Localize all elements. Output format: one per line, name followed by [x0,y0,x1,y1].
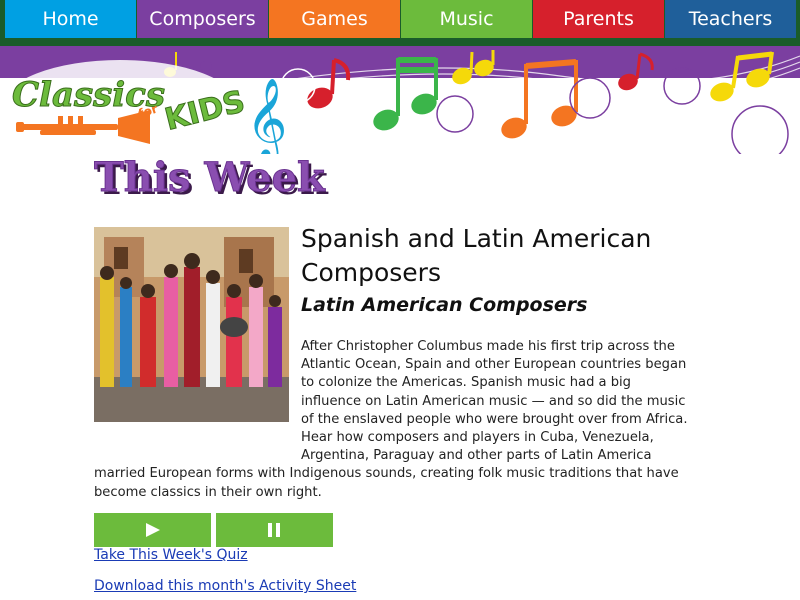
header-banner: 𝄞 Classics KIDS [0,46,800,154]
pause-button[interactable] [216,513,333,547]
page-title: This Week This Week [94,154,329,204]
nav-music[interactable]: Music [401,0,532,38]
article-subtitle: Latin American Composers [301,294,588,316]
nav-composers[interactable]: Composers [137,0,268,38]
nav-games[interactable]: Games [269,0,400,38]
image-spacer [94,338,301,464]
nav-home[interactable]: Home [5,0,136,38]
quiz-link[interactable]: Take This Week's Quiz [94,547,248,563]
article-body: After Christopher Columbus made his firs… [94,338,694,502]
pause-icon [268,523,280,537]
article-title: Spanish and Latin American Composers [301,224,652,287]
classics-for-kids-logo[interactable]: Classics for KIDS [0,46,260,154]
play-icon [146,523,160,537]
nav-teachers[interactable]: Teachers [665,0,796,38]
svg-text:This Week: This Week [94,154,326,201]
activity-sheet-link[interactable]: Download this month's Activity Sheet [94,578,356,594]
play-button[interactable] [94,513,211,547]
nav-parents[interactable]: Parents [533,0,664,38]
main-nav: Home Composers Games Music Parents Teach… [0,0,800,46]
